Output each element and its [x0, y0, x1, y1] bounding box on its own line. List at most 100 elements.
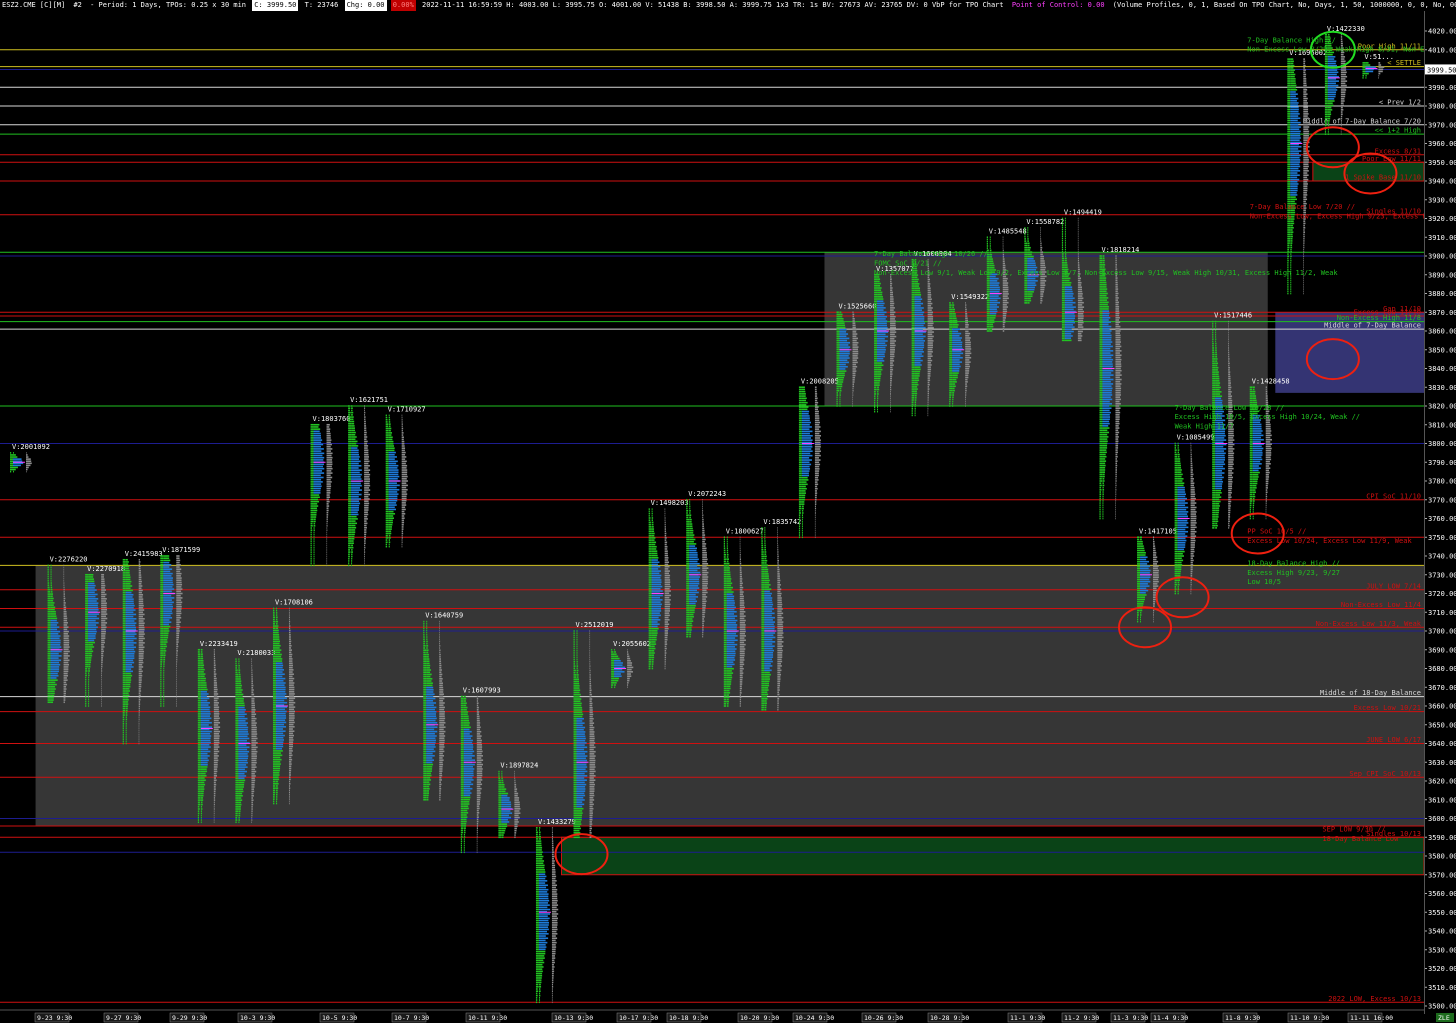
tpo-row	[689, 529, 694, 532]
tpo-row	[163, 610, 172, 612]
volume-row	[288, 690, 295, 693]
tpo-row	[498, 832, 502, 834]
tpo-row	[798, 465, 802, 468]
volume-row	[890, 291, 894, 294]
tpo-row	[348, 469, 352, 471]
tpo-row	[614, 659, 621, 662]
tpo-row	[47, 655, 51, 657]
tpo-row	[614, 655, 619, 658]
volume-row	[777, 555, 779, 558]
tpo-row	[388, 458, 395, 460]
tpo-row	[125, 666, 134, 668]
tpo-row	[125, 677, 132, 679]
tpo-row	[460, 774, 464, 777]
tpo-row	[686, 547, 690, 550]
tpo-row	[576, 704, 582, 707]
volume-row	[101, 593, 107, 596]
tpo-row	[125, 585, 133, 587]
tpo-row	[877, 364, 884, 367]
tpo-row	[798, 468, 802, 470]
tpo-row	[689, 527, 693, 530]
tpo-row	[573, 700, 577, 703]
tpo-row	[877, 282, 881, 285]
tpo-row	[535, 827, 538, 829]
tpo-row	[761, 540, 763, 542]
volume-row	[439, 658, 441, 660]
tpo-row	[426, 678, 433, 680]
tpo-row	[877, 291, 883, 294]
tpo-row	[874, 318, 878, 320]
tpo-row	[726, 652, 736, 655]
volume-row	[777, 684, 781, 687]
tpo-row	[348, 409, 350, 412]
volume-row	[890, 322, 896, 325]
tpo-row	[726, 569, 730, 571]
tpo-row	[801, 421, 811, 424]
volume-row	[213, 668, 217, 671]
tpo-row	[801, 474, 810, 477]
tpo-row	[460, 798, 464, 801]
tpo-row	[836, 379, 840, 381]
volume-row	[739, 661, 744, 663]
tpo-row	[122, 694, 126, 697]
tpo-row	[648, 616, 652, 619]
tpo-row	[426, 713, 436, 715]
tpo-row	[313, 481, 323, 483]
tpo-row	[573, 711, 577, 713]
tpo-row	[726, 692, 731, 694]
volume-row	[777, 588, 782, 591]
tpo-row	[351, 467, 359, 469]
tpo-row	[648, 625, 652, 628]
tpo-row	[122, 707, 126, 710]
volume-row	[364, 456, 369, 458]
volume-row	[476, 768, 483, 770]
tpo-chart[interactable]: Poor High 11/11< SETTLE< Prev 1/2Middle …	[0, 11, 1456, 1023]
tpo-row	[535, 913, 539, 915]
tpo-row	[535, 875, 539, 878]
volume-row	[101, 681, 102, 683]
volume-row	[326, 470, 332, 472]
tpo-row	[798, 454, 802, 457]
volume-row	[326, 544, 328, 547]
tpo-row	[651, 638, 657, 641]
volume-row	[702, 556, 707, 558]
tpo-row	[498, 823, 502, 825]
tpo-row	[463, 698, 467, 700]
volume-row	[890, 315, 896, 318]
tpo-row	[50, 606, 56, 609]
volume-row	[739, 600, 745, 602]
volume-row	[326, 445, 331, 448]
tpo-row	[689, 556, 698, 558]
tpo-row	[160, 572, 164, 575]
tpo-row	[648, 519, 651, 521]
tpo-row	[50, 659, 62, 662]
tpo-row	[723, 683, 727, 685]
tpo-row	[122, 572, 126, 574]
tpo-row	[125, 580, 132, 583]
tpo-row	[423, 686, 427, 689]
volume-row	[739, 674, 743, 677]
tpo-row	[877, 357, 884, 360]
tpo-row	[723, 672, 727, 674]
tpo-row	[689, 582, 700, 585]
tpo-row	[911, 296, 915, 298]
tpo-row	[463, 728, 470, 731]
volume-row	[176, 572, 182, 575]
tpo-row	[801, 386, 805, 389]
tpo-row	[723, 694, 727, 696]
tpo-row	[535, 846, 539, 849]
tpo-row	[348, 562, 350, 564]
volume-row	[664, 563, 669, 566]
symbol-label[interactable]: ESZ2.CME [C][M]	[0, 0, 67, 11]
tpo-row	[388, 438, 393, 441]
tpo-row	[197, 788, 201, 790]
tpo-row	[761, 630, 765, 632]
volume-row	[476, 801, 480, 803]
tpo-row	[47, 697, 51, 699]
tpo-row	[726, 571, 731, 574]
tpo-row	[160, 599, 164, 601]
tpo-row	[761, 641, 765, 643]
tpo-row	[911, 287, 915, 290]
volume-row	[138, 589, 143, 592]
tpo-row	[498, 783, 502, 786]
